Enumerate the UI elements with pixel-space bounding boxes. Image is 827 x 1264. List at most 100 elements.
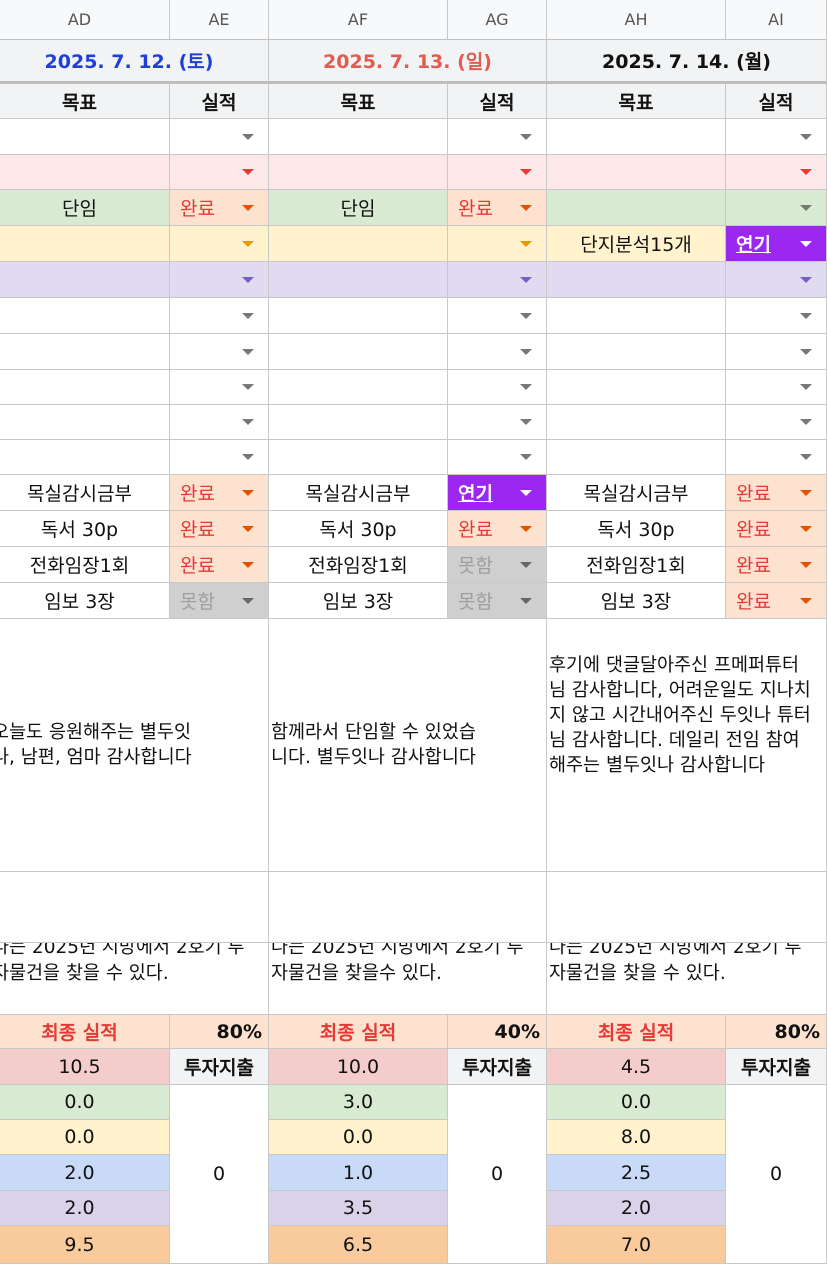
- goal-cell[interactable]: [547, 155, 726, 190]
- chevron-down-icon[interactable]: [242, 348, 254, 355]
- chevron-down-icon[interactable]: [520, 204, 532, 211]
- status-dropdown[interactable]: 완료: [170, 511, 269, 547]
- chevron-down-icon[interactable]: [242, 454, 254, 460]
- status-dropdown[interactable]: [726, 334, 827, 370]
- chevron-down-icon[interactable]: [800, 454, 812, 460]
- goal-cell[interactable]: [0, 262, 170, 298]
- goal-cell[interactable]: 임보 3장: [269, 583, 448, 619]
- goal-cell[interactable]: [0, 226, 170, 262]
- goal-cell[interactable]: [547, 262, 726, 298]
- chevron-down-icon[interactable]: [800, 561, 812, 568]
- chevron-down-icon[interactable]: [242, 525, 254, 532]
- status-dropdown[interactable]: [448, 370, 547, 405]
- goal-cell[interactable]: 독서 30p: [0, 511, 170, 547]
- goal-cell[interactable]: 목실감시금부: [547, 475, 726, 511]
- goal-cell[interactable]: [269, 405, 448, 440]
- status-dropdown[interactable]: 못함: [448, 583, 547, 619]
- goal-cell[interactable]: [547, 440, 726, 475]
- status-dropdown[interactable]: [726, 405, 827, 440]
- chevron-down-icon[interactable]: [800, 276, 812, 283]
- status-dropdown[interactable]: 연기: [726, 226, 827, 262]
- chevron-down-icon[interactable]: [520, 419, 532, 425]
- chevron-down-icon[interactable]: [800, 133, 812, 140]
- chevron-down-icon[interactable]: [242, 312, 254, 319]
- goal-cell[interactable]: [269, 298, 448, 334]
- column-header-ag[interactable]: AG: [448, 0, 547, 40]
- goal-cell[interactable]: 전화임장1회: [0, 547, 170, 583]
- chevron-down-icon[interactable]: [242, 240, 254, 247]
- status-dropdown[interactable]: 완료: [726, 547, 827, 583]
- chevron-down-icon[interactable]: [520, 169, 532, 175]
- status-dropdown[interactable]: [726, 440, 827, 475]
- chevron-down-icon[interactable]: [520, 454, 532, 460]
- goal-cell[interactable]: 전화임장1회: [269, 547, 448, 583]
- status-dropdown[interactable]: [170, 119, 269, 155]
- status-dropdown[interactable]: [170, 334, 269, 370]
- goal-cell[interactable]: 독서 30p: [269, 511, 448, 547]
- status-dropdown[interactable]: 못함: [448, 547, 547, 583]
- status-dropdown[interactable]: 완료: [170, 547, 269, 583]
- status-dropdown[interactable]: [726, 262, 827, 298]
- goal-cell[interactable]: [269, 119, 448, 155]
- chevron-down-icon[interactable]: [800, 489, 812, 496]
- status-dropdown[interactable]: [170, 370, 269, 405]
- chevron-down-icon[interactable]: [242, 489, 254, 496]
- status-dropdown[interactable]: 완료: [726, 511, 827, 547]
- status-dropdown[interactable]: [448, 262, 547, 298]
- status-dropdown[interactable]: [448, 334, 547, 370]
- goal-cell[interactable]: 단임: [0, 190, 170, 226]
- chevron-down-icon[interactable]: [800, 525, 812, 532]
- status-dropdown[interactable]: [726, 119, 827, 155]
- goal-cell[interactable]: [269, 262, 448, 298]
- status-dropdown[interactable]: 완료: [170, 475, 269, 511]
- goal-cell[interactable]: 단임: [269, 190, 448, 226]
- chevron-down-icon[interactable]: [242, 204, 254, 211]
- chevron-down-icon[interactable]: [800, 597, 812, 604]
- column-header-ah[interactable]: AH: [547, 0, 726, 40]
- goal-cell[interactable]: [0, 155, 170, 190]
- chevron-down-icon[interactable]: [520, 133, 532, 140]
- chevron-down-icon[interactable]: [242, 561, 254, 568]
- column-header-ae[interactable]: AE: [170, 0, 269, 40]
- status-dropdown[interactable]: 완료: [448, 511, 547, 547]
- chevron-down-icon[interactable]: [242, 384, 254, 390]
- status-dropdown[interactable]: 연기: [448, 475, 547, 511]
- column-header-ad[interactable]: AD: [0, 0, 170, 40]
- status-dropdown[interactable]: [448, 119, 547, 155]
- goal-cell[interactable]: [0, 298, 170, 334]
- status-dropdown[interactable]: 완료: [726, 475, 827, 511]
- chevron-down-icon[interactable]: [242, 169, 254, 175]
- goal-cell[interactable]: 전화임장1회: [547, 547, 726, 583]
- goal-cell[interactable]: 임보 3장: [547, 583, 726, 619]
- status-dropdown[interactable]: [170, 262, 269, 298]
- goal-cell[interactable]: [547, 370, 726, 405]
- chevron-down-icon[interactable]: [800, 348, 812, 355]
- status-dropdown[interactable]: [448, 298, 547, 334]
- status-dropdown[interactable]: [448, 440, 547, 475]
- goal-cell[interactable]: [0, 334, 170, 370]
- status-dropdown[interactable]: [170, 440, 269, 475]
- goal-cell[interactable]: [269, 440, 448, 475]
- goal-cell[interactable]: [269, 226, 448, 262]
- status-dropdown[interactable]: [448, 155, 547, 190]
- chevron-down-icon[interactable]: [520, 561, 532, 568]
- status-dropdown[interactable]: 완료: [170, 190, 269, 226]
- goal-cell[interactable]: 목실감시금부: [0, 475, 170, 511]
- chevron-down-icon[interactable]: [242, 419, 254, 425]
- goal-cell[interactable]: [547, 190, 726, 226]
- goal-cell[interactable]: [547, 298, 726, 334]
- status-dropdown[interactable]: [448, 226, 547, 262]
- chevron-down-icon[interactable]: [520, 489, 532, 496]
- goal-cell[interactable]: [547, 405, 726, 440]
- chevron-down-icon[interactable]: [520, 525, 532, 532]
- status-dropdown[interactable]: 못함: [170, 583, 269, 619]
- status-dropdown[interactable]: [448, 405, 547, 440]
- status-dropdown[interactable]: [170, 226, 269, 262]
- goal-cell[interactable]: 독서 30p: [547, 511, 726, 547]
- goal-cell[interactable]: [0, 405, 170, 440]
- chevron-down-icon[interactable]: [800, 384, 812, 390]
- chevron-down-icon[interactable]: [800, 204, 812, 211]
- chevron-down-icon[interactable]: [800, 169, 812, 175]
- chevron-down-icon[interactable]: [520, 312, 532, 319]
- goal-cell[interactable]: [269, 334, 448, 370]
